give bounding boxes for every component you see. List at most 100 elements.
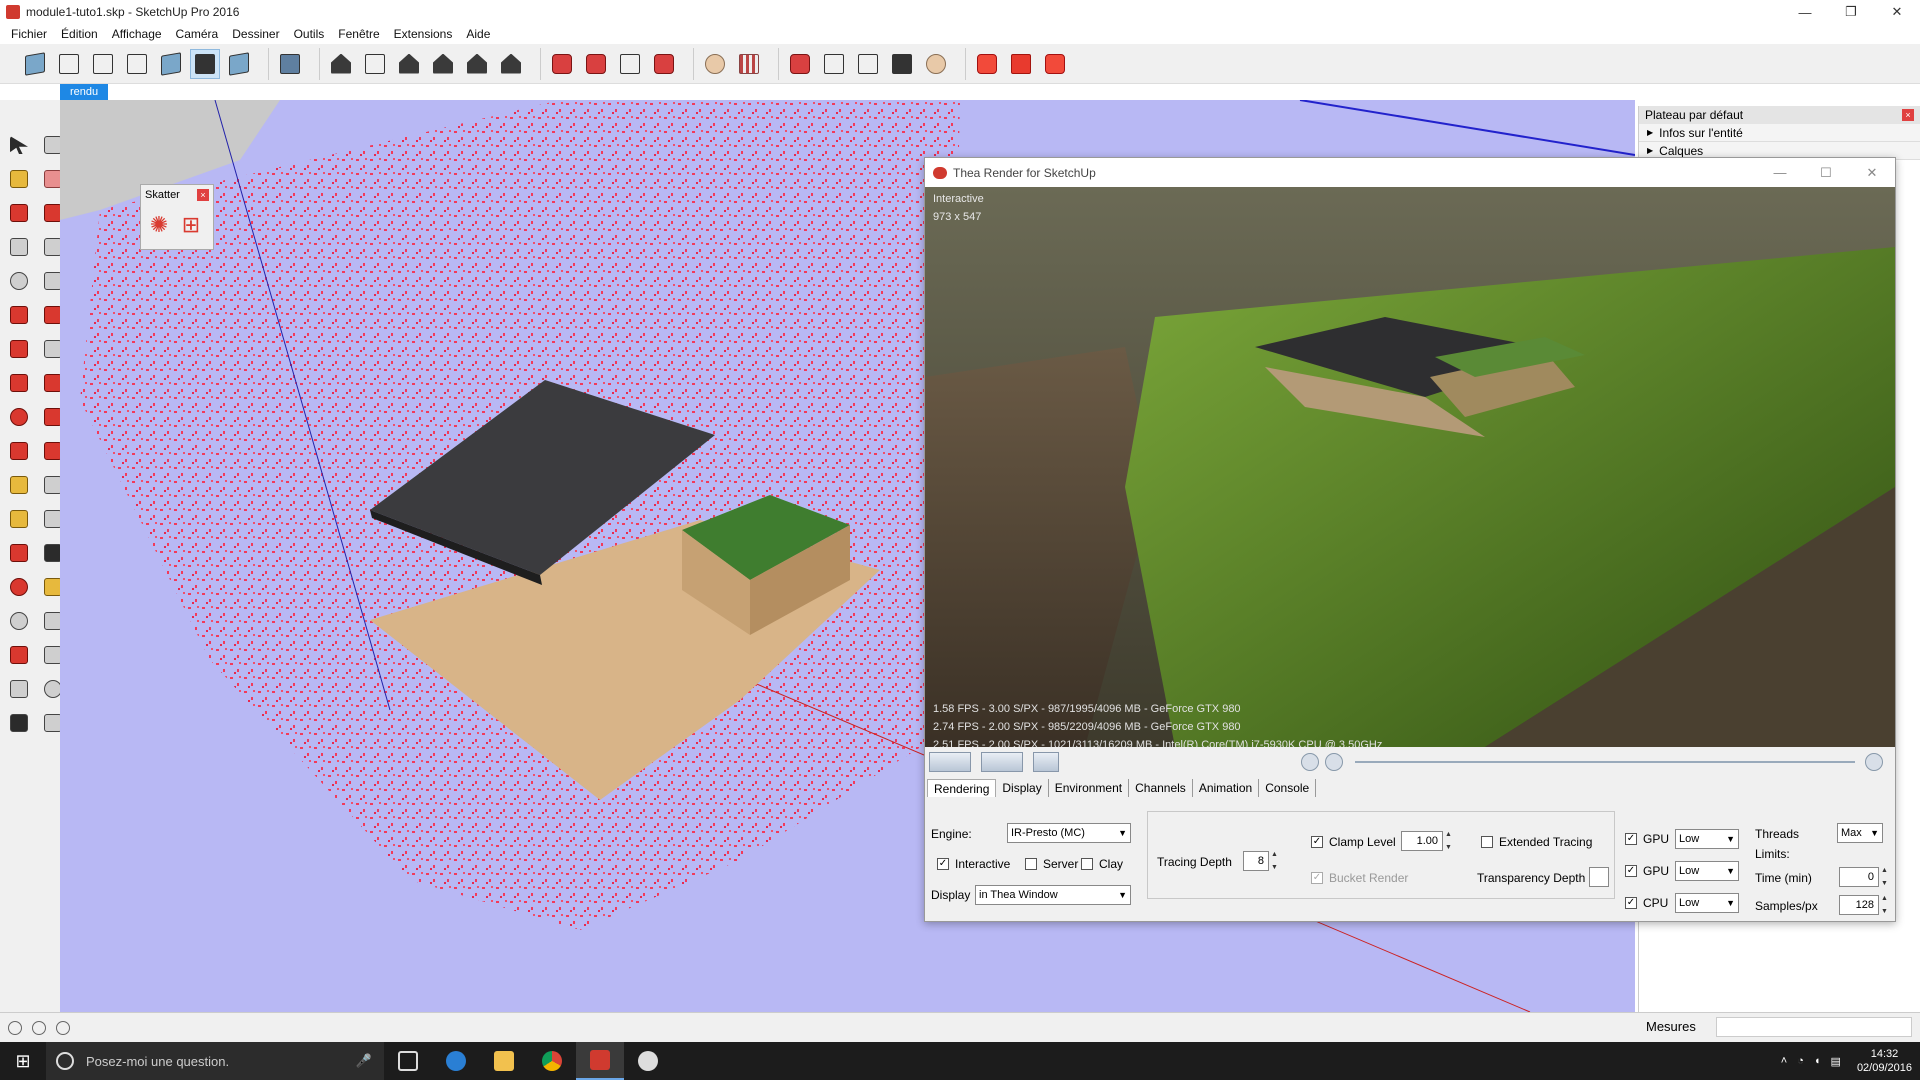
iso-view-button[interactable] — [326, 49, 356, 79]
explorer-button[interactable] — [480, 1042, 528, 1080]
device-1-dropdown[interactable]: Low ▼ — [1675, 829, 1739, 849]
walk-tool[interactable] — [6, 710, 32, 736]
menu-fenetre[interactable]: Fenêtre — [331, 27, 386, 41]
circle-tool[interactable] — [6, 268, 32, 294]
render-refresh-button[interactable] — [981, 752, 1023, 772]
clamp-level-checkbox[interactable]: ✓ — [1311, 836, 1323, 848]
back-edges-button[interactable] — [54, 49, 84, 79]
thea-maximize-button[interactable]: ☐ — [1803, 158, 1849, 187]
render-progress-handle[interactable] — [1865, 753, 1883, 771]
extra-tool-1-button[interactable] — [785, 49, 815, 79]
device-2-checkbox[interactable]: ✓ — [1625, 865, 1637, 877]
extra-tool-4-button[interactable] — [887, 49, 917, 79]
thea-tool-button[interactable] — [649, 49, 679, 79]
monochrome-button[interactable] — [224, 49, 254, 79]
device-1-checkbox[interactable]: ✓ — [1625, 833, 1637, 845]
server-checkbox[interactable] — [1025, 858, 1037, 870]
line-tool[interactable] — [6, 200, 32, 226]
extended-tracing-checkbox[interactable] — [1481, 836, 1493, 848]
tab-display[interactable]: Display — [996, 779, 1049, 797]
menu-outils[interactable]: Outils — [287, 27, 332, 41]
skatter-settings-icon[interactable]: ✺ — [145, 211, 173, 239]
rectangle-tool[interactable] — [6, 234, 32, 260]
menu-edition[interactable]: Édition — [54, 27, 105, 41]
extra-tool-3-button[interactable] — [853, 49, 883, 79]
tracing-depth-spinner[interactable]: ▲ ▼ — [1271, 851, 1281, 871]
zoom-tool[interactable] — [6, 608, 32, 634]
skatter-close-button[interactable]: × — [197, 189, 209, 201]
cortana-search[interactable]: Posez-moi une question. 🎤 — [46, 1042, 384, 1080]
display-dropdown[interactable]: in Thea Window ▼ — [975, 885, 1131, 905]
hidden-line-button[interactable] — [122, 49, 152, 79]
render-pause-button[interactable] — [1325, 753, 1343, 771]
interactive-checkbox[interactable]: ✓ — [937, 858, 949, 870]
menu-dessiner[interactable]: Dessiner — [225, 27, 286, 41]
device-3-checkbox[interactable]: ✓ — [1625, 897, 1637, 909]
samples-input[interactable]: 128 — [1839, 895, 1879, 915]
scene-tab-rendu[interactable]: rendu — [60, 84, 109, 100]
tab-animation[interactable]: Animation — [1193, 779, 1260, 797]
thea-render-button[interactable] — [547, 49, 577, 79]
wireframe-button[interactable] — [88, 49, 118, 79]
scale-tool[interactable] — [6, 438, 32, 464]
zoom-extents-tool[interactable] — [6, 642, 32, 668]
windows-start-icon[interactable]: ⊞ — [0, 1042, 46, 1080]
shaded-button[interactable] — [156, 49, 186, 79]
save-button[interactable] — [275, 49, 305, 79]
arc-tool[interactable] — [6, 302, 32, 328]
tab-rendering[interactable]: Rendering — [927, 779, 997, 797]
maximize-button[interactable]: ❐ — [1828, 0, 1874, 24]
left-view-button[interactable] — [496, 49, 526, 79]
thea-light-button[interactable] — [615, 49, 645, 79]
tray-close-button[interactable]: × — [1902, 109, 1914, 121]
render-viewport[interactable]: Interactive 973 x 547 1.58 FPS - 3.00 S/… — [925, 187, 1895, 747]
menu-aide[interactable]: Aide — [459, 27, 497, 41]
tab-console[interactable]: Console — [1259, 779, 1317, 797]
time-input[interactable]: 0 — [1839, 867, 1879, 887]
move-tool[interactable] — [6, 370, 32, 396]
edge-button[interactable] — [432, 1042, 480, 1080]
select-tool[interactable] — [6, 132, 32, 158]
menu-fichier[interactable]: Fichier — [4, 27, 54, 41]
clamp-level-input[interactable]: 1.00 — [1401, 831, 1443, 851]
right-view-button[interactable] — [428, 49, 458, 79]
skatter-grid-icon[interactable]: ⊞ — [177, 211, 205, 239]
tape-measure-tool[interactable] — [6, 472, 32, 498]
chrome-button[interactable] — [528, 1042, 576, 1080]
rotate-tool[interactable] — [6, 404, 32, 430]
render-start-button[interactable] — [929, 752, 971, 772]
clamp-level-spinner[interactable]: ▲ ▼ — [1445, 831, 1455, 851]
user-icon[interactable] — [56, 1020, 70, 1035]
task-view-button[interactable] — [384, 1042, 432, 1080]
extra-tool-2-button[interactable] — [819, 49, 849, 79]
skatter-tool-button[interactable] — [700, 49, 730, 79]
geolocation-icon[interactable] — [8, 1020, 22, 1035]
axes-tool[interactable] — [6, 540, 32, 566]
bucket-render-checkbox[interactable]: ✓ — [1311, 872, 1323, 884]
protractor-tool[interactable] — [6, 506, 32, 532]
orbit-tool[interactable] — [6, 574, 32, 600]
paint-bucket-tool[interactable] — [6, 166, 32, 192]
tab-environment[interactable]: Environment — [1049, 779, 1130, 797]
render-play-button[interactable] — [1301, 753, 1319, 771]
volume-icon[interactable]: ◖ — [1814, 1055, 1821, 1067]
render-save-button[interactable] — [1033, 752, 1059, 772]
camera-snapshot-button[interactable] — [1040, 49, 1070, 79]
tab-channels[interactable]: Channels — [1129, 779, 1193, 797]
thea-taskbar-button[interactable] — [624, 1042, 672, 1080]
thea-minimize-button[interactable]: — — [1757, 158, 1803, 187]
back-view-button[interactable] — [462, 49, 492, 79]
xray-style-button[interactable] — [20, 49, 50, 79]
engine-dropdown[interactable]: IR-Presto (MC) ▼ — [1007, 823, 1131, 843]
minimize-button[interactable]: — — [1782, 0, 1828, 24]
samples-spinner[interactable]: ▲ ▼ — [1881, 895, 1891, 915]
microphone-icon[interactable]: 🎤 — [356, 1053, 372, 1069]
sketchup-taskbar-button[interactable] — [576, 1042, 624, 1080]
menu-camera[interactable]: Caméra — [169, 27, 226, 41]
shaded-textures-button[interactable] — [190, 48, 220, 79]
tracing-depth-input[interactable]: 8 — [1243, 851, 1269, 871]
tray-item-entity-info[interactable]: Infos sur l'entité — [1639, 124, 1920, 142]
threads-dropdown[interactable]: Max ▼ — [1837, 823, 1883, 843]
credits-icon[interactable] — [32, 1020, 46, 1035]
device-2-dropdown[interactable]: Low ▼ — [1675, 861, 1739, 881]
